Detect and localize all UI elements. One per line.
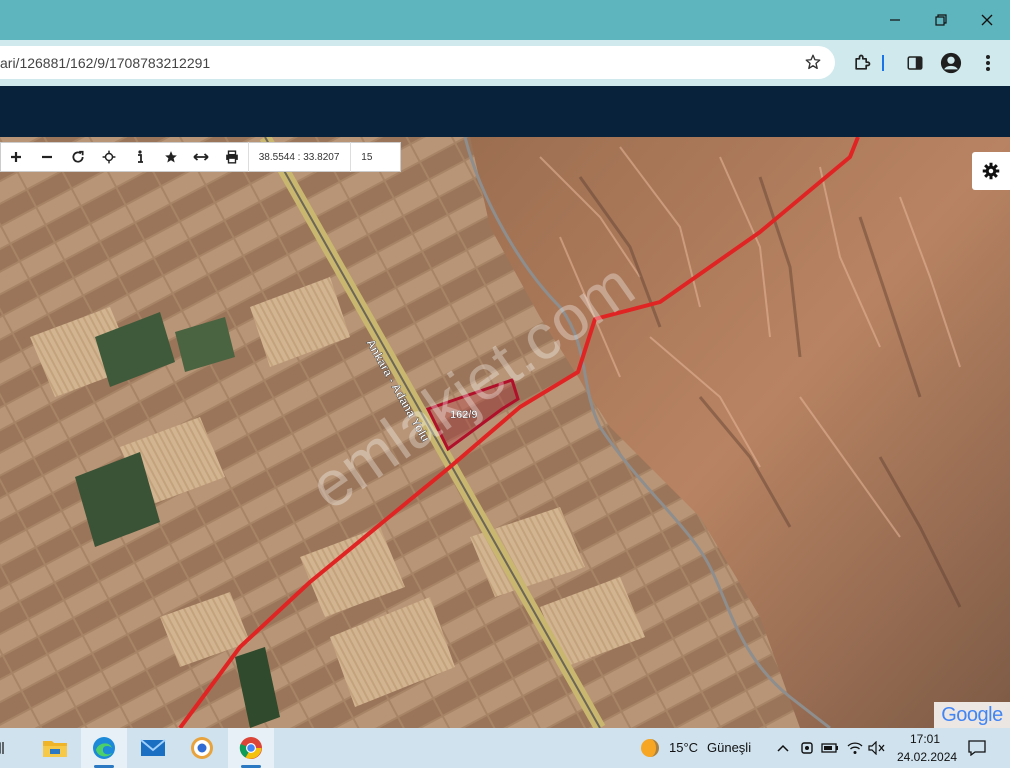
info-icon [137, 150, 143, 163]
crosshair-icon [102, 150, 116, 164]
edge-browser-icon [93, 737, 115, 759]
folder-icon [43, 741, 67, 757]
zoom-in-button[interactable] [1, 142, 32, 172]
restore-button[interactable] [928, 8, 954, 32]
locate-button[interactable] [94, 142, 125, 172]
gear-icon [982, 162, 1000, 180]
plus-icon [11, 152, 22, 162]
site-header [0, 86, 1010, 137]
extensions-puzzle-icon[interactable] [851, 52, 873, 74]
map-settings-button[interactable] [972, 152, 1010, 190]
weather-temperature[interactable]: 15°C [669, 740, 698, 755]
minimize-button[interactable] [882, 8, 908, 32]
notifications-icon[interactable] [967, 738, 987, 758]
print-button[interactable] [217, 142, 248, 172]
weather-sun-icon[interactable] [638, 738, 662, 758]
side-panel-icon[interactable] [904, 52, 926, 74]
measure-button[interactable] [186, 142, 217, 172]
satellite-map[interactable]: Ankara - Adana Yolu 162/9 emlakjet.com [0, 137, 1010, 728]
wifi-icon[interactable] [845, 738, 865, 758]
meet-now-icon[interactable] [797, 738, 817, 758]
google-attribution: Google [934, 702, 1010, 728]
star-icon [164, 151, 177, 163]
minus-icon [42, 155, 53, 159]
windows-taskbar: 15°C Güneşli 17:01 24.02.2024 [0, 728, 1010, 768]
taskbar-browser-app[interactable] [179, 728, 225, 768]
profile-avatar-icon[interactable] [940, 52, 962, 74]
print-icon [226, 150, 239, 164]
weather-description[interactable]: Güneşli [707, 740, 751, 755]
browser-app-icon [191, 737, 213, 759]
chrome-icon [239, 737, 262, 759]
coordinates-readout: 38.5544 : 33.8207 [247, 142, 351, 172]
refresh-button[interactable] [63, 142, 94, 172]
info-button[interactable] [124, 142, 155, 172]
chevron-up-icon[interactable] [773, 738, 793, 758]
clock-time[interactable]: 17:01 [910, 732, 940, 746]
taskbar-chrome[interactable] [228, 728, 274, 768]
browser-toolbar: ari/126881/162/9/1708783212291 [0, 40, 1010, 86]
map-canvas[interactable]: Ankara - Adana Yolu 162/9 emlakjet.com [0, 137, 1010, 728]
taskbar-edge[interactable] [81, 728, 127, 768]
bookmark-star-icon[interactable] [802, 51, 824, 73]
zoom-out-button[interactable] [32, 142, 63, 172]
close-button[interactable] [974, 8, 1000, 32]
clock-date[interactable]: 24.02.2024 [897, 750, 957, 764]
arrows-horizontal-icon [193, 153, 210, 161]
window-title-bar [0, 0, 1010, 40]
zoom-level-readout: 15 [350, 142, 400, 172]
task-view-button[interactable] [0, 728, 14, 768]
battery-icon[interactable] [820, 738, 840, 758]
refresh-icon [72, 150, 84, 163]
task-view-icon [0, 742, 4, 754]
mail-icon [140, 739, 166, 756]
speaker-muted-icon[interactable] [867, 738, 887, 758]
map-toolbar: 38.5544 : 33.8207 15 [0, 142, 401, 172]
browser-menu-icon[interactable] [977, 52, 999, 74]
toolbar-divider [878, 52, 888, 74]
favorite-button[interactable] [155, 142, 186, 172]
taskbar-mail[interactable] [130, 728, 176, 768]
url-text[interactable]: ari/126881/162/9/1708783212291 [0, 55, 210, 71]
taskbar-file-explorer[interactable] [32, 728, 78, 768]
address-bar[interactable]: ari/126881/162/9/1708783212291 [0, 46, 835, 79]
